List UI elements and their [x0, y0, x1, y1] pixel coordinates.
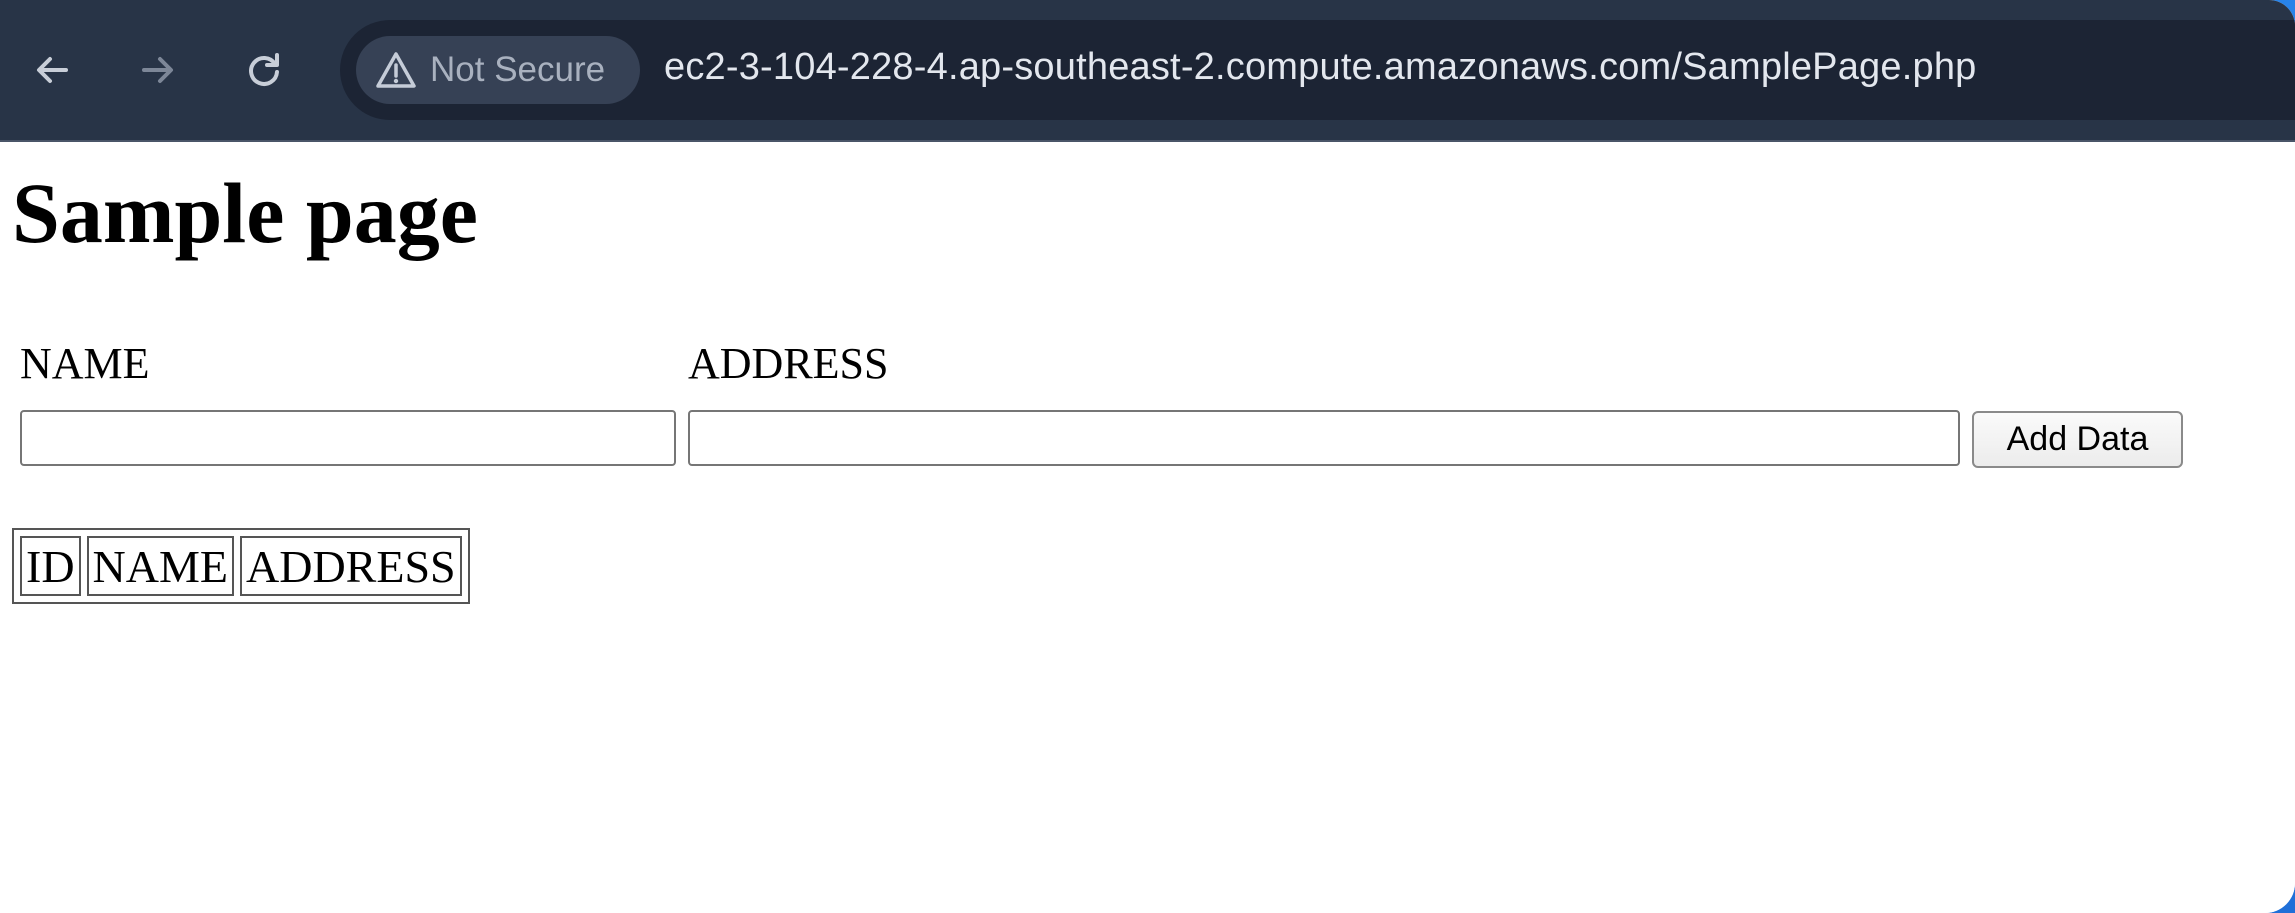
reload-button[interactable] [232, 38, 296, 102]
name-input[interactable] [20, 410, 676, 466]
back-button[interactable] [20, 38, 84, 102]
back-arrow-icon [37, 57, 68, 83]
address-bar[interactable]: Not Secure ec2-3-104-228-4.ap-southeast-… [340, 20, 2295, 120]
security-label: Not Secure [430, 50, 606, 89]
security-indicator[interactable]: Not Secure [356, 36, 640, 104]
warning-triangle-icon [374, 48, 424, 92]
page-title: Sample page [12, 165, 478, 261]
name-label: NAME [20, 339, 150, 388]
browser-window: Not Secure ec2-3-104-228-4.ap-southeast-… [0, 0, 2295, 913]
reload-icon [249, 53, 279, 86]
address-input[interactable] [688, 410, 1960, 466]
address-label: ADDRESS [688, 339, 889, 388]
column-header-address: ADDRESS [240, 536, 462, 596]
browser-toolbar: Not Secure ec2-3-104-228-4.ap-southeast-… [0, 0, 2295, 140]
page-content: Sample page NAME ADDRESS Add Data ID NAM… [0, 142, 2295, 913]
data-table: ID NAME ADDRESS [12, 528, 470, 604]
column-header-name: NAME [86, 536, 234, 596]
add-data-button[interactable]: Add Data [1972, 411, 2183, 468]
forward-button[interactable] [126, 38, 190, 102]
desktop-background: Not Secure ec2-3-104-228-4.ap-southeast-… [0, 0, 2295, 913]
url-text[interactable]: ec2-3-104-228-4.ap-southeast-2.compute.a… [664, 46, 1977, 89]
table-header-row: ID NAME ADDRESS [20, 536, 462, 596]
column-header-id: ID [20, 536, 81, 596]
forward-arrow-icon [142, 57, 173, 83]
